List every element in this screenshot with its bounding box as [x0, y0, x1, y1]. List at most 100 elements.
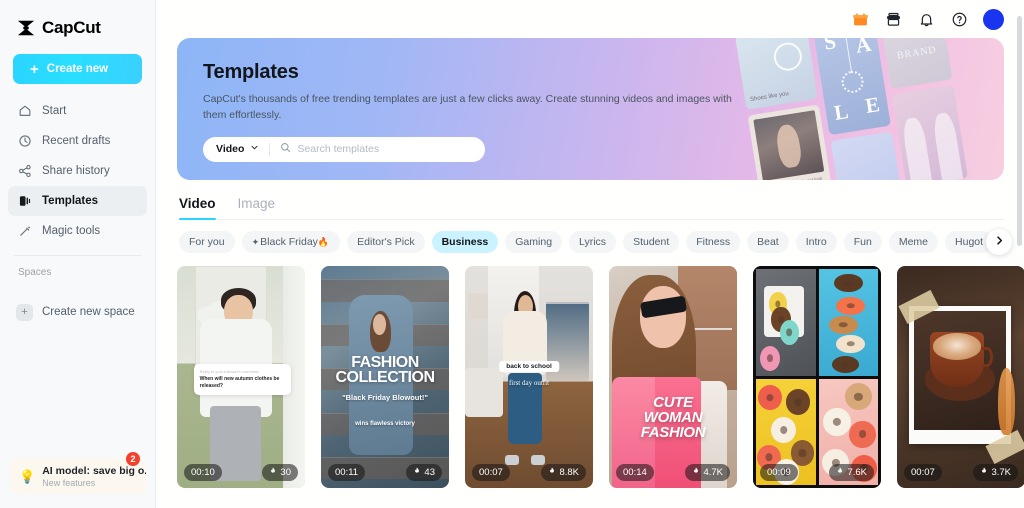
card-comment-overlay: Reply to your follower's comment When wi…: [194, 364, 291, 396]
hero-banner: Shoes like you Fashion model editorial l…: [177, 38, 1004, 180]
card-likes-value: 4.7K: [703, 467, 723, 478]
card-title-line1: CUTE: [609, 395, 737, 410]
main-area: Shoes like you Fashion model editorial l…: [156, 0, 1024, 508]
card-duration: 00:09: [760, 464, 798, 481]
category-chips-wrap: For you ✦ Black Friday 🔥 Editor's Pick B…: [177, 231, 1004, 253]
avatar[interactable]: [983, 9, 1004, 30]
brand-name: CapCut: [42, 18, 101, 38]
template-card[interactable]: CUTE WOMAN FASHION 00:14 4.7K: [609, 266, 737, 488]
plus-icon: +: [30, 62, 39, 77]
ai-promo-title: AI model: save big o...: [42, 465, 146, 477]
page-scrollbar[interactable]: [1017, 16, 1022, 246]
capcut-logo-icon: [16, 19, 36, 37]
sidebar-item-magic-tools[interactable]: Magic tools: [8, 216, 147, 246]
card-likes-value: 43: [424, 467, 435, 478]
content-area: Shoes like you Fashion model editorial l…: [156, 38, 1024, 488]
sidebar-item-start[interactable]: Start: [8, 96, 147, 126]
chevron-down-icon: [250, 143, 259, 155]
templates-icon: [17, 194, 32, 209]
card-title: CUTE WOMAN FASHION: [609, 395, 737, 440]
gift-box-icon[interactable]: [851, 10, 870, 29]
sidebar-item-share-history[interactable]: Share history: [8, 156, 147, 186]
bell-icon[interactable]: [917, 10, 936, 29]
template-card[interactable]: FASHION COLLECTION "Black Friday Blowout…: [321, 266, 449, 488]
chevron-right-icon: [994, 233, 1005, 251]
sidebar-item-label: Magic tools: [42, 225, 100, 237]
card-likes-value: 7.6K: [847, 467, 867, 478]
help-circle-icon[interactable]: [950, 10, 969, 29]
search-icon: [280, 140, 291, 158]
chip-intro[interactable]: Intro: [796, 231, 837, 253]
card-likes-value: 30: [280, 467, 291, 478]
chip-lyrics[interactable]: Lyrics: [569, 231, 616, 253]
card-title: FASHION COLLECTION: [321, 355, 449, 386]
wheat-decor: [998, 368, 1015, 435]
card-likes: 8.8K: [541, 464, 586, 481]
sidebar-item-label: Recent drafts: [42, 135, 110, 147]
sidebar-item-label: Share history: [42, 165, 110, 177]
flame-icon: [548, 467, 556, 479]
content-type-tabs: Video Image: [177, 196, 1004, 220]
chip-student[interactable]: Student: [623, 231, 679, 253]
card-footnote: wins flawless victory: [321, 421, 449, 427]
card-duration: 00:07: [472, 464, 510, 481]
chip-editors-pick[interactable]: Editor's Pick: [347, 231, 424, 253]
chips-next-button[interactable]: [986, 229, 1012, 255]
lightbulb-icon: 💡: [19, 470, 35, 483]
sidebar-nav: Start Recent drafts Share history: [0, 96, 155, 246]
card-title-line2: WOMAN: [609, 410, 737, 425]
create-new-label: Create new: [47, 63, 108, 75]
card-likes: 30: [262, 464, 298, 481]
spaces-label: Spaces: [0, 256, 155, 278]
archive-box-icon[interactable]: [884, 10, 903, 29]
tab-image[interactable]: Image: [238, 196, 276, 219]
template-card[interactable]: Reply to your follower's comment When wi…: [177, 266, 305, 488]
plus-icon: +: [16, 304, 33, 321]
template-card[interactable]: 00:09 7.6K: [753, 266, 881, 488]
create-new-button[interactable]: + Create new: [13, 54, 142, 84]
flame-icon: [413, 467, 421, 479]
template-card[interactable]: 00:07 3.7K: [897, 266, 1024, 488]
card-likes-value: 8.8K: [559, 467, 579, 478]
chip-fun[interactable]: Fun: [844, 231, 882, 253]
create-new-space-label: Create new space: [42, 306, 135, 318]
category-chips: For you ✦ Black Friday 🔥 Editor's Pick B…: [177, 231, 1004, 253]
ai-promo-card[interactable]: 💡 AI model: save big o... New features 2: [10, 458, 146, 494]
search-input[interactable]: Search templates: [270, 137, 485, 162]
chip-fitness[interactable]: Fitness: [686, 231, 740, 253]
flame-icon: [836, 467, 844, 479]
brand-logo-area[interactable]: CapCut: [0, 0, 155, 42]
share-icon: [17, 164, 32, 179]
ai-promo-badge: 2: [126, 452, 140, 466]
create-new-space-button[interactable]: + Create new space: [8, 298, 147, 326]
chip-black-friday[interactable]: ✦ Black Friday 🔥: [242, 231, 341, 253]
card-duration: 00:11: [328, 464, 365, 481]
page-title: Templates: [203, 61, 1004, 84]
chip-business[interactable]: Business: [432, 231, 499, 253]
capcut-app: CapCut + Create new Start: [0, 0, 1024, 508]
card-duration: 00:07: [904, 464, 942, 481]
chip-gaming[interactable]: Gaming: [505, 231, 562, 253]
ai-promo-subtitle: New features: [42, 478, 146, 488]
template-type-select[interactable]: Video: [203, 137, 269, 162]
sidebar-item-templates[interactable]: Templates: [8, 186, 147, 216]
card-overlay-meta: Reply to your follower's comment: [200, 369, 285, 374]
chip-for-you[interactable]: For you: [179, 231, 235, 253]
card-overlay-text: When will new autumn clothes be released…: [200, 376, 285, 391]
tab-video[interactable]: Video: [179, 196, 216, 219]
card-likes: 43: [406, 464, 442, 481]
card-likes-value: 3.7K: [991, 467, 1011, 478]
card-title-line2: COLLECTION: [321, 370, 449, 386]
magic-wand-icon: [17, 224, 32, 239]
flame-icon: [692, 467, 700, 479]
chip-beat[interactable]: Beat: [747, 231, 789, 253]
card-likes: 7.6K: [829, 464, 874, 481]
chip-label: Black Friday: [260, 236, 318, 248]
sidebar-item-label: Templates: [42, 195, 98, 207]
flame-icon: [980, 467, 988, 479]
sidebar-item-recent-drafts[interactable]: Recent drafts: [8, 126, 147, 156]
chip-meme[interactable]: Meme: [889, 231, 938, 253]
top-bar: [156, 0, 1024, 38]
template-card[interactable]: back to school first day outfit 00:07 8.…: [465, 266, 593, 488]
donut-quadrant: [819, 269, 879, 376]
